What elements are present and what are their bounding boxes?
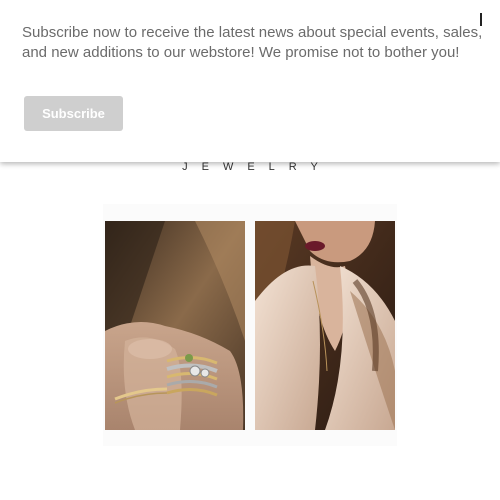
close-bar xyxy=(480,13,482,26)
page: Subscribe now to receive the latest news… xyxy=(0,0,500,500)
brand-subtitle: JEWELRY xyxy=(182,161,332,173)
subscribe-button[interactable]: Subscribe xyxy=(24,96,123,131)
popup-message: Subscribe now to receive the latest news… xyxy=(22,24,483,61)
subscribe-popup: Subscribe now to receive the latest news… xyxy=(0,0,500,162)
rings-photo xyxy=(105,221,245,430)
close-icon[interactable] xyxy=(478,13,484,27)
woman-photo xyxy=(255,221,395,430)
